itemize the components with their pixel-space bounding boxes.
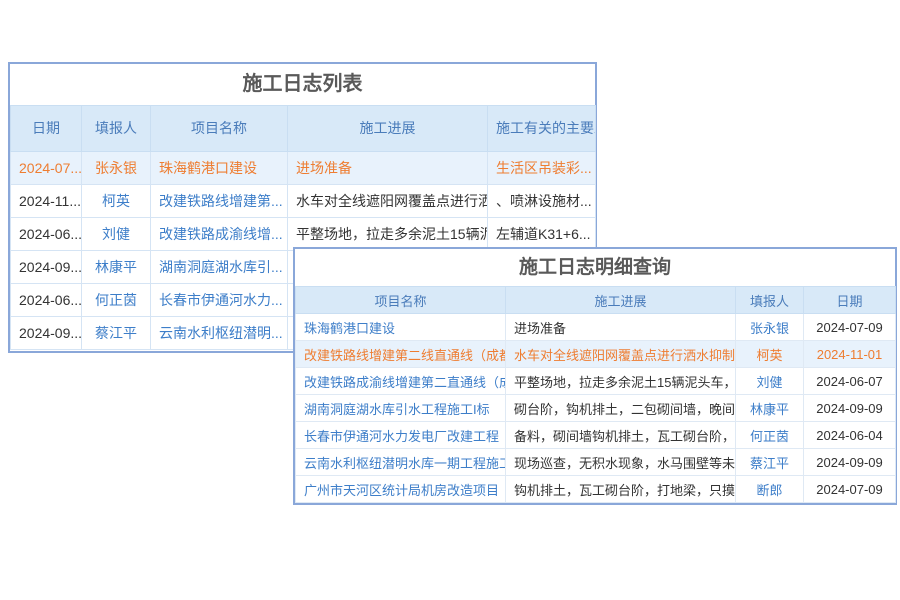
table-row[interactable]: 湖南洞庭湖水库引水工程施工I标 砌台阶，钩机排土，二包砌间墙，晚间... 林康平… bbox=[296, 395, 896, 422]
cell-progress[interactable]: 砌台阶，钩机排土，二包砌间墙，晚间... bbox=[506, 395, 736, 422]
cell-project[interactable]: 湖南洞庭湖水库引水工程施工I标 bbox=[296, 395, 506, 422]
cell-progress[interactable]: 水车对全线遮阳网覆盖点进行洒... bbox=[288, 185, 488, 218]
cell-reporter[interactable]: 蔡江平 bbox=[736, 449, 804, 476]
cell-date[interactable]: 2024-06-07 bbox=[804, 368, 896, 395]
construction-log-detail-panel: 施工日志明细查询 项目名称 施工进展 填报人 日期 珠海鹤港口建设 进场准备 张… bbox=[293, 247, 897, 505]
cell-progress[interactable]: 平整场地，拉走多余泥土15辆泥头车，... bbox=[506, 368, 736, 395]
table-row[interactable]: 2024-06... 刘健 改建铁路成渝线增... 平整场地，拉走多余泥土15辆… bbox=[11, 218, 596, 251]
panel-title-log-detail: 施工日志明细查询 bbox=[295, 249, 895, 286]
cell-reporter[interactable]: 柯英 bbox=[736, 341, 804, 368]
cell-reporter[interactable]: 刘健 bbox=[82, 218, 151, 251]
column-header-reporter: 填报人 bbox=[82, 106, 151, 152]
cell-progress[interactable]: 进场准备 bbox=[288, 152, 488, 185]
cell-progress[interactable]: 平整场地，拉走多余泥土15辆泥... bbox=[288, 218, 488, 251]
cell-project[interactable]: 长春市伊通河水力... bbox=[151, 284, 288, 317]
panel-title-log-list: 施工日志列表 bbox=[10, 64, 595, 105]
cell-main-work[interactable]: 、喷淋设施材... bbox=[488, 185, 596, 218]
cell-project[interactable]: 珠海鹤港口建设 bbox=[151, 152, 288, 185]
log-detail-table: 项目名称 施工进展 填报人 日期 珠海鹤港口建设 进场准备 张永银 2024-0… bbox=[295, 286, 896, 503]
column-header-progress: 施工进展 bbox=[506, 287, 736, 314]
table-row[interactable]: 改建铁路成渝线增建第二直通线（成渝 平整场地，拉走多余泥土15辆泥头车，... … bbox=[296, 368, 896, 395]
cell-date[interactable]: 2024-09... bbox=[11, 251, 82, 284]
cell-main-work[interactable]: 左辅道K31+6... bbox=[488, 218, 596, 251]
cell-reporter[interactable]: 林康平 bbox=[736, 395, 804, 422]
table-row[interactable]: 改建铁路线增建第二线直通线（成都-西 水车对全线遮阳网覆盖点进行洒水抑制... … bbox=[296, 341, 896, 368]
table-row[interactable]: 珠海鹤港口建设 进场准备 张永银 2024-07-09 bbox=[296, 314, 896, 341]
cell-project[interactable]: 湖南洞庭湖水库引... bbox=[151, 251, 288, 284]
cell-project[interactable]: 改建铁路线增建第... bbox=[151, 185, 288, 218]
cell-date[interactable]: 2024-06-04 bbox=[804, 422, 896, 449]
cell-reporter[interactable]: 柯英 bbox=[82, 185, 151, 218]
cell-progress[interactable]: 钩机排土，瓦工砌台阶，打地梁，只摸... bbox=[506, 476, 736, 503]
cell-reporter[interactable]: 林康平 bbox=[82, 251, 151, 284]
cell-progress[interactable]: 现场巡查，无积水现象，水马围壁等未... bbox=[506, 449, 736, 476]
cell-date[interactable]: 2024-07-09 bbox=[804, 314, 896, 341]
table-row[interactable]: 广州市天河区统计局机房改造项目 钩机排土，瓦工砌台阶，打地梁，只摸... 断郎 … bbox=[296, 476, 896, 503]
cell-reporter[interactable]: 张永银 bbox=[736, 314, 804, 341]
cell-project[interactable]: 改建铁路线增建第二线直通线（成都-西 bbox=[296, 341, 506, 368]
cell-main-work[interactable]: 生活区吊装彩... bbox=[488, 152, 596, 185]
cell-date[interactable]: 2024-09-09 bbox=[804, 449, 896, 476]
column-header-reporter: 填报人 bbox=[736, 287, 804, 314]
cell-project[interactable]: 云南水利枢纽潜明... bbox=[151, 317, 288, 350]
cell-date[interactable]: 2024-06... bbox=[11, 218, 82, 251]
cell-reporter[interactable]: 刘健 bbox=[736, 368, 804, 395]
cell-reporter[interactable]: 张永银 bbox=[82, 152, 151, 185]
cell-project[interactable]: 珠海鹤港口建设 bbox=[296, 314, 506, 341]
table-header-row: 日期 填报人 项目名称 施工进展 施工有关的主要工作 bbox=[11, 106, 596, 152]
column-header-main-work: 施工有关的主要工作 bbox=[488, 106, 596, 152]
cell-project[interactable]: 长春市伊通河水力发电厂改建工程 bbox=[296, 422, 506, 449]
cell-project[interactable]: 改建铁路成渝线增... bbox=[151, 218, 288, 251]
cell-date[interactable]: 2024-11... bbox=[11, 185, 82, 218]
cell-project[interactable]: 云南水利枢纽潜明水库一期工程施工I标 bbox=[296, 449, 506, 476]
column-header-date: 日期 bbox=[804, 287, 896, 314]
cell-reporter[interactable]: 何正茵 bbox=[82, 284, 151, 317]
column-header-project: 项目名称 bbox=[296, 287, 506, 314]
cell-date[interactable]: 2024-11-01 bbox=[804, 341, 896, 368]
cell-project[interactable]: 广州市天河区统计局机房改造项目 bbox=[296, 476, 506, 503]
cell-date[interactable]: 2024-09... bbox=[11, 317, 82, 350]
cell-progress[interactable]: 进场准备 bbox=[506, 314, 736, 341]
table-row[interactable]: 长春市伊通河水力发电厂改建工程 备料，砌间墙钩机排土，瓦工砌台阶，... 何正茵… bbox=[296, 422, 896, 449]
table-row[interactable]: 云南水利枢纽潜明水库一期工程施工I标 现场巡查，无积水现象，水马围壁等未... … bbox=[296, 449, 896, 476]
cell-date[interactable]: 2024-06... bbox=[11, 284, 82, 317]
column-header-project: 项目名称 bbox=[151, 106, 288, 152]
cell-progress[interactable]: 备料，砌间墙钩机排土，瓦工砌台阶，... bbox=[506, 422, 736, 449]
column-header-progress: 施工进展 bbox=[288, 106, 488, 152]
column-header-date: 日期 bbox=[11, 106, 82, 152]
cell-date[interactable]: 2024-07-09 bbox=[804, 476, 896, 503]
cell-project[interactable]: 改建铁路成渝线增建第二直通线（成渝 bbox=[296, 368, 506, 395]
cell-reporter[interactable]: 断郎 bbox=[736, 476, 804, 503]
cell-date[interactable]: 2024-07... bbox=[11, 152, 82, 185]
table-header-row: 项目名称 施工进展 填报人 日期 bbox=[296, 287, 896, 314]
cell-reporter[interactable]: 何正茵 bbox=[736, 422, 804, 449]
cell-progress[interactable]: 水车对全线遮阳网覆盖点进行洒水抑制... bbox=[506, 341, 736, 368]
table-row[interactable]: 2024-11... 柯英 改建铁路线增建第... 水车对全线遮阳网覆盖点进行洒… bbox=[11, 185, 596, 218]
table-row[interactable]: 2024-07... 张永银 珠海鹤港口建设 进场准备 生活区吊装彩... bbox=[11, 152, 596, 185]
cell-date[interactable]: 2024-09-09 bbox=[804, 395, 896, 422]
cell-reporter[interactable]: 蔡江平 bbox=[82, 317, 151, 350]
